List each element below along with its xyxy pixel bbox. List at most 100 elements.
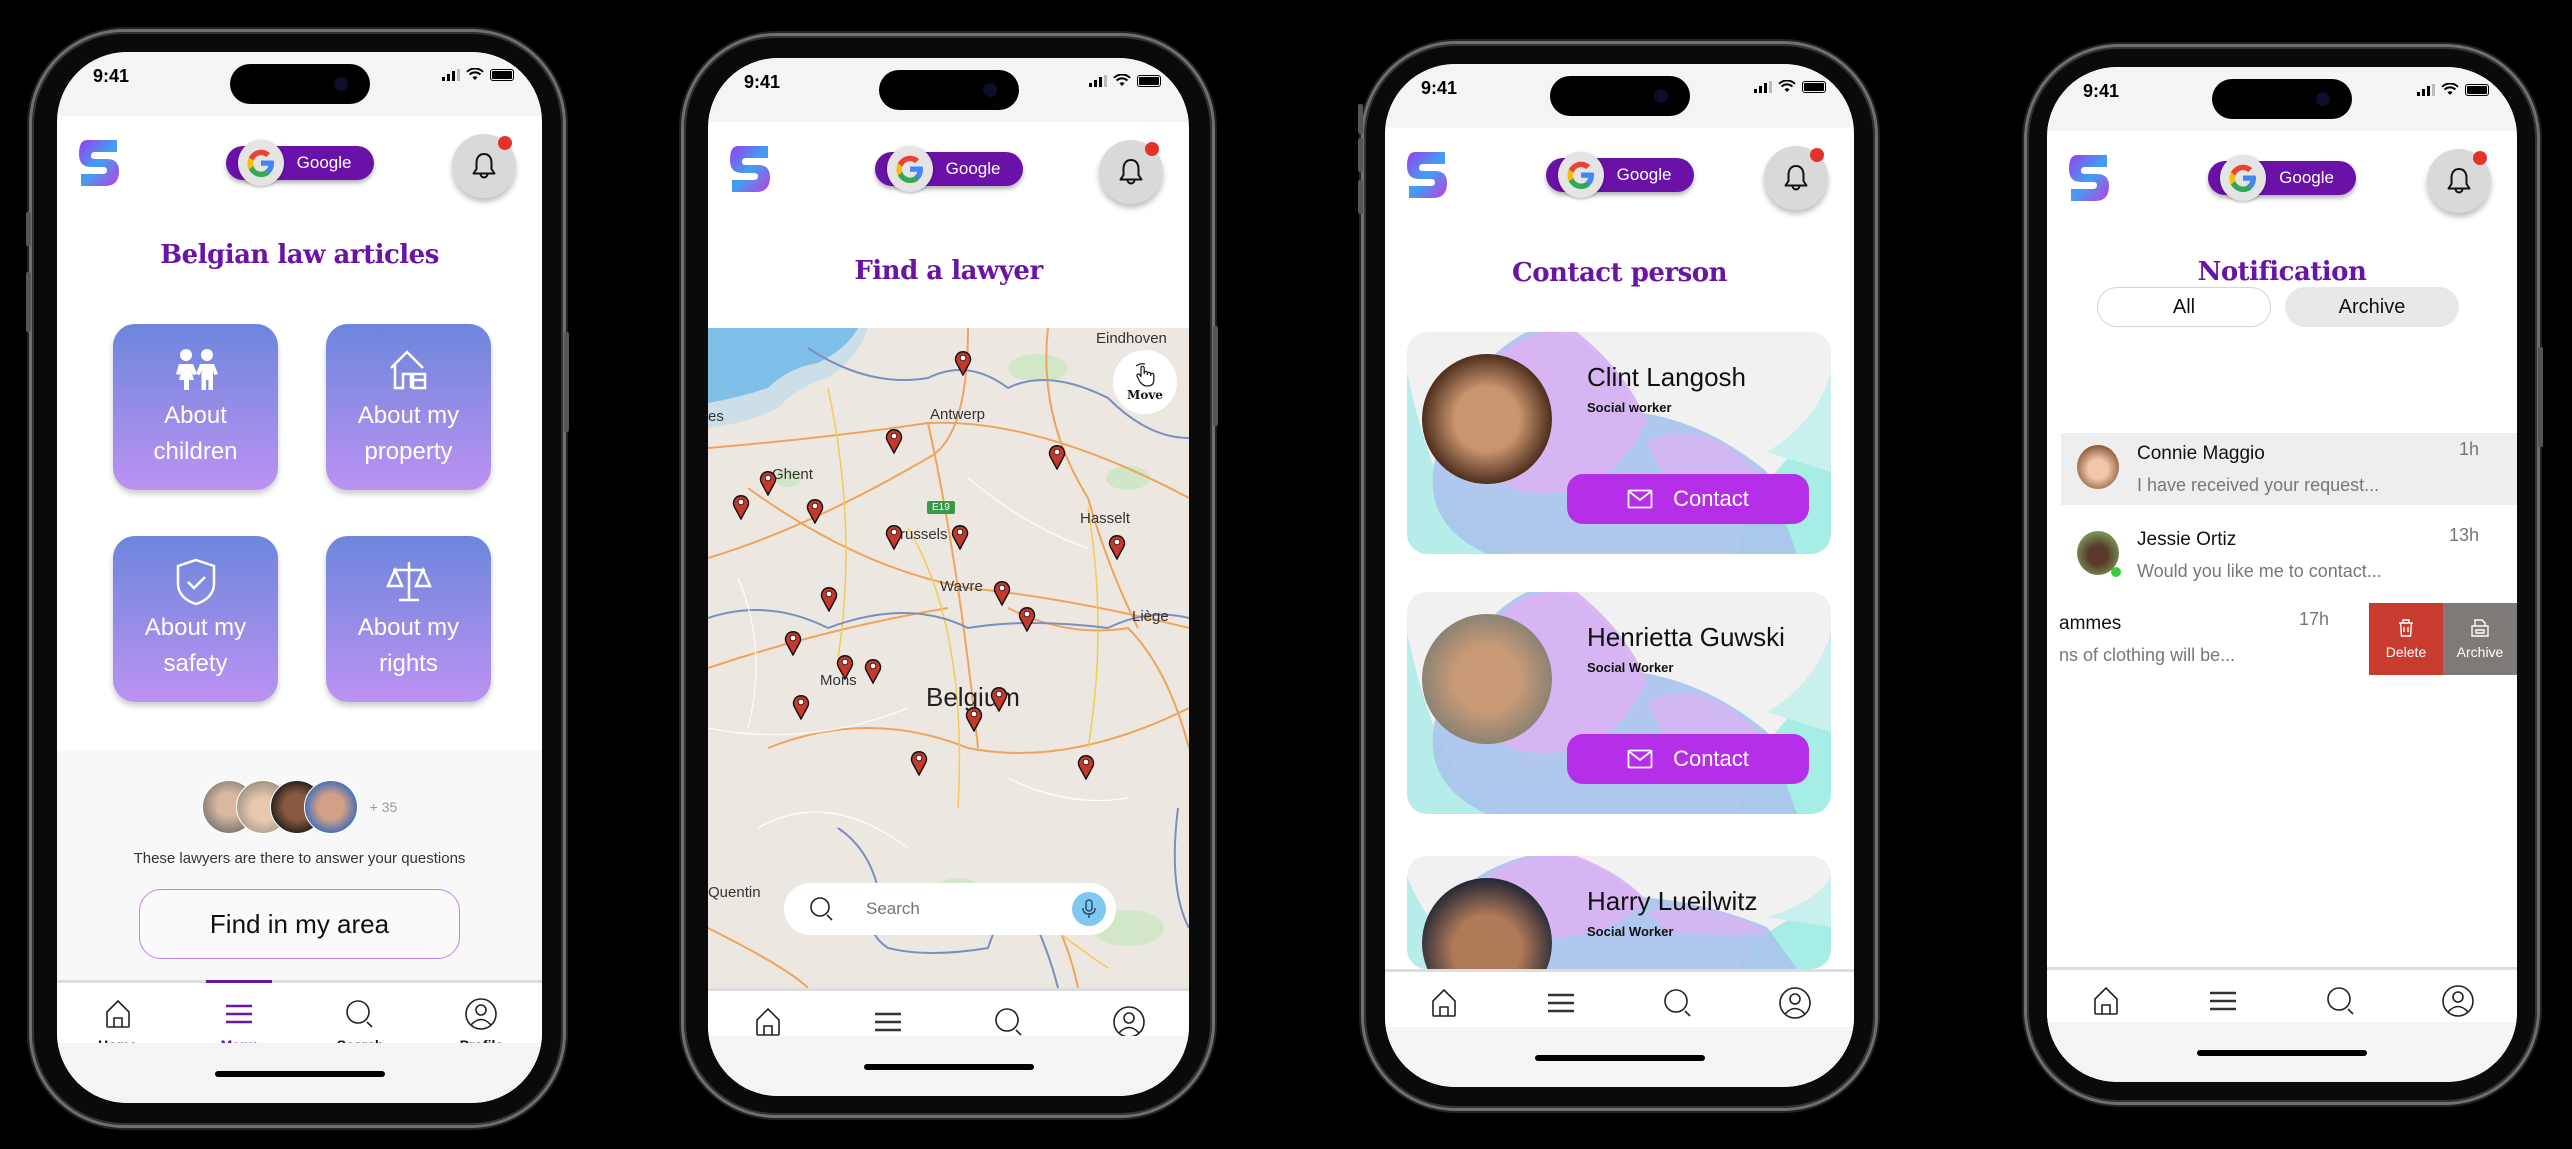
- map-search-bar[interactable]: [784, 883, 1116, 935]
- status-time: 9:41: [2083, 81, 2120, 101]
- archive-notification-button[interactable]: Archive: [2443, 603, 2517, 675]
- find-in-my-area-button[interactable]: Find in my area: [139, 889, 460, 959]
- google-account-button[interactable]: Google: [225, 140, 374, 186]
- lawyers-panel: + 35 These lawyers are there to answer y…: [57, 750, 542, 980]
- notification-item-swiped[interactable]: ammes ns of clothing will be... 17h Dele…: [2047, 603, 2517, 675]
- cellular-signal-icon: [442, 68, 460, 81]
- lawyer-location-pin-icon[interactable]: [990, 686, 1008, 712]
- menu-icon: [1547, 993, 1574, 1013]
- move-map-button[interactable]: Move: [1113, 350, 1177, 414]
- trash-icon: [2399, 619, 2413, 637]
- category-safety[interactable]: About my safety: [113, 536, 278, 702]
- bell-icon: [1119, 159, 1143, 185]
- notifications-button[interactable]: [1099, 140, 1163, 204]
- lawyer-location-pin-icon[interactable]: [951, 524, 969, 550]
- power-button: [1213, 326, 1218, 426]
- google-account-button[interactable]: Google: [2208, 155, 2356, 201]
- phone-frame-articles: 9:41 Google Belgian law articles About c…: [26, 32, 569, 1125]
- home-indicator[interactable]: [1534, 1055, 1705, 1061]
- lawyer-location-pin-icon[interactable]: [836, 654, 854, 680]
- lawyer-location-pin-icon[interactable]: [1108, 534, 1126, 560]
- notification-sender: Connie Maggio: [2137, 443, 2265, 464]
- category-property[interactable]: About my property: [326, 324, 491, 490]
- cellular-signal-icon: [1089, 74, 1107, 87]
- bell-icon: [1784, 165, 1808, 191]
- power-button: [564, 332, 569, 432]
- lawyer-location-pin-icon[interactable]: [885, 428, 903, 454]
- google-account-button[interactable]: Google: [874, 146, 1023, 192]
- map-label-liege: Liège: [1132, 608, 1169, 625]
- lawyer-location-pin-icon[interactable]: [784, 630, 802, 656]
- home-icon: [756, 1007, 780, 1036]
- google-account-button[interactable]: Google: [1545, 152, 1694, 198]
- lawyer-location-pin-icon[interactable]: [1018, 606, 1036, 632]
- dynamic-island: [2212, 79, 2352, 119]
- lawyer-location-pin-icon[interactable]: [965, 706, 983, 732]
- lawyer-location-pin-icon[interactable]: [954, 350, 972, 376]
- screen-find-lawyer: 9:41 Google Find a lawyer Eindhoven Antw…: [708, 58, 1189, 1096]
- profile-icon: [1779, 987, 1812, 1019]
- volume-down-button: [1358, 180, 1363, 214]
- lawyer-location-pin-icon[interactable]: [885, 524, 903, 550]
- lawyer-location-pin-icon[interactable]: [759, 470, 777, 496]
- lawyer-location-pin-icon[interactable]: [910, 750, 928, 776]
- notifications-button[interactable]: [1764, 146, 1828, 210]
- lawyer-avatars[interactable]: + 35: [57, 780, 542, 834]
- lawyer-location-pin-icon[interactable]: [792, 694, 810, 720]
- google-logo-icon: [2220, 155, 2266, 201]
- more-lawyers-count: + 35: [369, 799, 398, 815]
- status-bar: 9:41: [2047, 67, 2517, 131]
- home-indicator-area: [708, 1036, 1189, 1096]
- lawyer-location-pin-icon[interactable]: [1077, 754, 1095, 780]
- filter-archive-button[interactable]: Archive: [2285, 287, 2459, 327]
- contact-button[interactable]: Contact: [1567, 474, 1809, 524]
- page-title: Find a lawyer: [854, 256, 1043, 286]
- lawyer-location-pin-icon[interactable]: [1048, 444, 1066, 470]
- lawyer-location-pin-icon[interactable]: [993, 580, 1011, 606]
- dynamic-island: [1549, 76, 1690, 116]
- map-label-partial: es: [708, 408, 724, 425]
- home-icon: [105, 999, 130, 1028]
- lawyer-location-pin-icon[interactable]: [864, 658, 882, 684]
- category-grid: About children About my property About m…: [113, 324, 491, 702]
- home-indicator-area: [1385, 1027, 1854, 1087]
- notification-time: 1h: [2458, 439, 2479, 459]
- home-indicator[interactable]: [2197, 1050, 2367, 1056]
- contact-role: Social Worker: [1587, 660, 1674, 675]
- contact-card: Henrietta Guwski Social Worker Contact: [1407, 592, 1831, 814]
- bell-icon: [472, 153, 496, 179]
- map-search-input[interactable]: [866, 899, 1046, 919]
- category-rights[interactable]: About my rights: [326, 536, 491, 702]
- lawyer-location-pin-icon[interactable]: [820, 586, 838, 612]
- page-title: Contact person: [1512, 258, 1728, 288]
- filter-all-button[interactable]: All: [2097, 287, 2271, 327]
- home-indicator-area: [2047, 1022, 2517, 1082]
- volume-up-button: [1358, 138, 1363, 172]
- notifications-button[interactable]: [452, 134, 516, 198]
- home-indicator[interactable]: [214, 1071, 385, 1077]
- home-indicator[interactable]: [863, 1064, 1034, 1070]
- home-icon: [2093, 986, 2118, 1015]
- power-button: [2538, 347, 2543, 447]
- archive-label: Archive: [2456, 644, 2504, 660]
- status-time: 9:41: [93, 66, 130, 86]
- notification-item[interactable]: Jessie Ortiz Would you like me to contac…: [2061, 519, 2517, 591]
- battery-icon: [1137, 74, 1161, 87]
- voice-search-button[interactable]: [1072, 892, 1106, 926]
- shield-check-icon: [176, 558, 215, 606]
- notification-item[interactable]: Connie Maggio I have received your reque…: [2061, 433, 2517, 505]
- home-indicator-area: [57, 1043, 542, 1103]
- map-label-ghent: Ghent: [772, 466, 813, 483]
- lawyer-location-pin-icon[interactable]: [732, 494, 750, 520]
- notifications-button[interactable]: [2427, 149, 2491, 213]
- notification-time: 13h: [2448, 525, 2479, 545]
- lawyer-location-pin-icon[interactable]: [806, 498, 824, 524]
- map-view[interactable]: Eindhoven Antwerp Ghent Brussels Hasselt…: [708, 328, 1189, 988]
- delete-notification-button[interactable]: Delete: [2369, 603, 2443, 675]
- contact-button[interactable]: Contact: [1567, 734, 1809, 784]
- screen-notifications: 9:41 Google Notification All Archive Con…: [2047, 67, 2517, 1082]
- category-children[interactable]: About children: [113, 324, 278, 490]
- app-logo-icon: [730, 146, 770, 192]
- notification-message: Would you like me to contact...: [2137, 561, 2382, 581]
- dynamic-island: [878, 70, 1019, 110]
